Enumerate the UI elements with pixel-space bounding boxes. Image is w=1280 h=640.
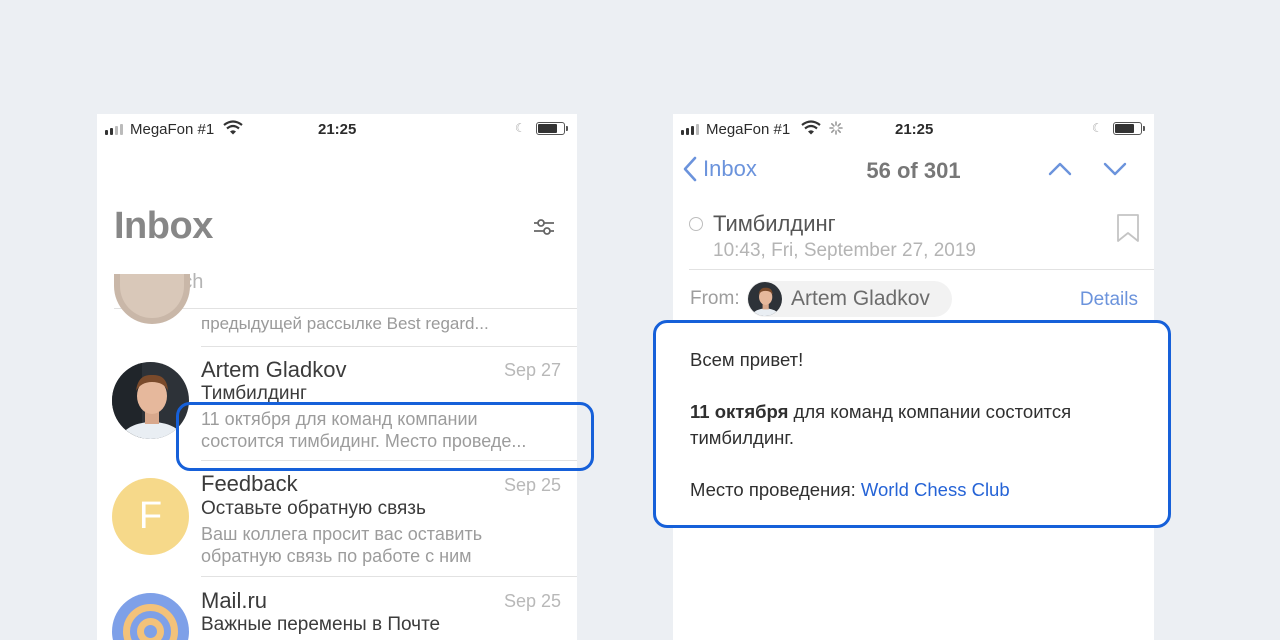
wifi-icon [801,120,821,139]
moon-icon: ☾ [515,121,526,135]
signal-icon [105,124,123,135]
status-bar: MegaFon #1 21:25 ☾ [97,114,577,142]
moon-icon: ☾ [1092,121,1103,135]
message-subject: Важные перемены в Почте [201,614,441,635]
avatar-letter: F [138,495,163,537]
divider [689,269,1154,270]
status-bar: MegaFon #1 21:25 ☾ [673,114,1154,142]
avatar [114,274,190,324]
sender-name: Feedback [201,471,298,496]
carrier-name: MegaFon #1 [706,121,791,138]
venue-label: Место проведения: [690,479,861,500]
status-time: 21:25 [895,121,934,138]
filter-icon[interactable] [533,218,555,236]
sender-name: Artem Gladkov [201,357,347,382]
carrier-name: MegaFon #1 [130,121,215,138]
message-subject: Тимбилдинг [713,211,836,236]
battery-icon [536,122,568,135]
wifi-icon [223,120,243,139]
message-body: Всем привет! 11 октября для команд компа… [653,320,1171,528]
avatar [748,282,782,316]
list-item-preview[interactable]: предыдущей рассылке Best regard... [201,314,489,334]
body-paragraph: 11 октября для команд компании состоится [690,399,1168,425]
preview-highlight [176,402,594,471]
bookmark-icon[interactable] [1116,213,1140,243]
message-date: Sep 25 [503,591,561,611]
sender-name: Artem Gladkov [791,287,930,310]
message-preview: обратную связь по работе с ним [201,546,472,566]
signal-icon [681,124,699,135]
message-date: Sep 27 [503,360,561,380]
from-label: From: [690,288,740,309]
page-title: Inbox [114,205,213,247]
message-counter: 56 of 301 [866,158,961,183]
message-preview: Ваш коллега просит вас оставить [201,524,483,544]
unread-indicator[interactable] [689,217,703,231]
list-item[interactable]: Mail.ru Sep 25 Важные перемены в Почте [97,576,577,640]
venue-link[interactable]: World Chess Club [861,479,1010,500]
battery-icon [1113,122,1145,135]
details-link[interactable]: Details [1080,289,1138,311]
body-date: 11 октября [690,401,789,422]
message-datetime: 10:43, Fri, September 27, 2019 [713,240,976,261]
avatar: F [112,478,189,555]
divider [114,308,577,309]
message-date: Sep 25 [503,475,561,495]
message-subject: Оставьте обратную связь [201,498,426,519]
at-sign-icon [112,593,189,640]
inbox-screen: MegaFon #1 21:25 ☾ Inbox Search предыдущ… [97,114,577,640]
body-venue: Место проведения: World Chess Club [690,477,1168,503]
chevron-down-icon[interactable] [1102,160,1128,178]
list-item[interactable]: F Feedback Sep 25 Оставьте обратную связ… [97,460,577,576]
loading-spinner-icon [829,121,843,139]
body-text-line2: тимбилдинг. [690,427,795,448]
sender-name: Mail.ru [201,588,268,613]
body-text: для команд компании состоится [788,401,1072,422]
sender-chip[interactable]: Artem Gladkov [747,281,952,317]
body-greeting: Всем привет! [690,349,804,370]
chevron-up-icon[interactable] [1047,160,1073,178]
status-time: 21:25 [318,121,357,138]
